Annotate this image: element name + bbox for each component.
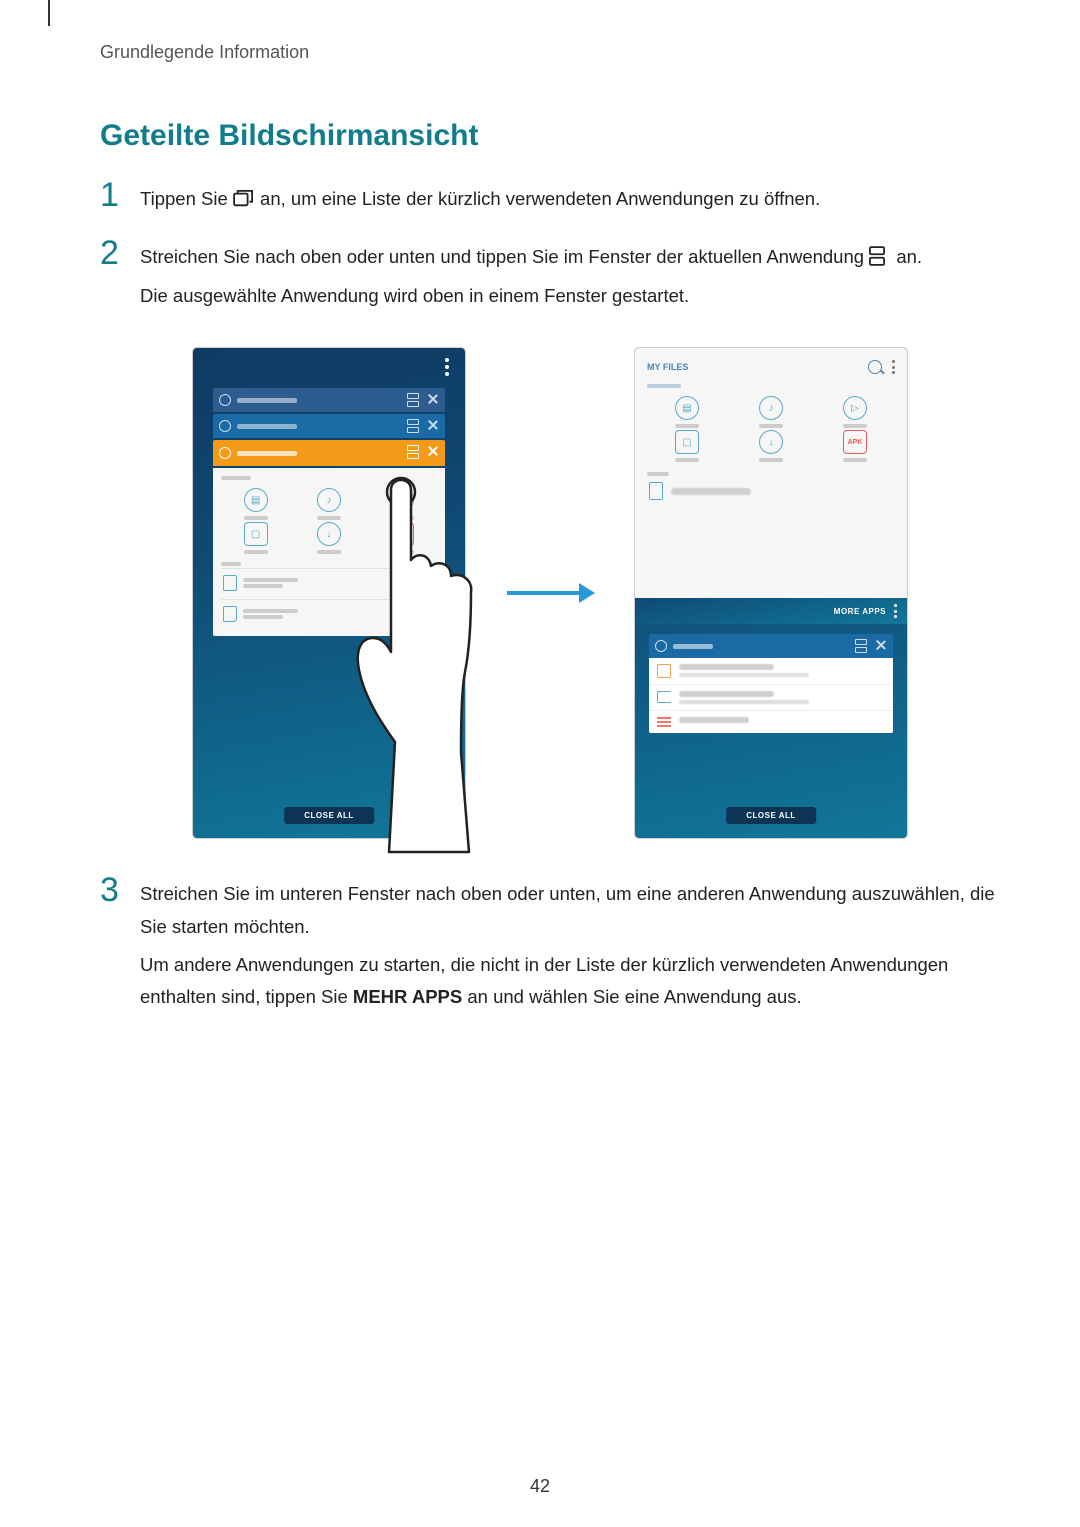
- illustration-figure: ▤ ♪ ▷ ▢ ↓ APK CLOSE ALL: [100, 348, 1000, 838]
- notifications-icon: [657, 717, 671, 727]
- more-icon: [892, 360, 895, 374]
- image-icon: ▤: [675, 396, 699, 420]
- storage-icon: [649, 482, 663, 500]
- apk-icon: APK: [390, 522, 414, 546]
- video-icon: ▷: [390, 488, 414, 512]
- step-3: 3 Streichen Sie im unteren Fenster nach …: [100, 878, 1000, 1020]
- audio-icon: ♪: [759, 396, 783, 420]
- storage-icon: [223, 575, 237, 591]
- my-files-title: MY FILES: [647, 362, 688, 372]
- bottom-app-card: [649, 634, 893, 733]
- close-icon: [427, 445, 439, 457]
- step-1: 1 Tippen Sie an, um eine Liste der kürzl…: [100, 183, 1000, 221]
- download-icon: ↓: [759, 430, 783, 454]
- sound-icon: [657, 691, 671, 703]
- video-icon: ▷: [843, 396, 867, 420]
- more-icon: [445, 358, 449, 376]
- recent-app-card: [213, 414, 445, 438]
- split-screen-icon: [855, 639, 867, 651]
- arrow-right-icon: [505, 578, 595, 608]
- breadcrumb: Grundlegende Information: [100, 42, 1000, 63]
- split-screen-icon: [407, 419, 419, 431]
- step-3-text-b-bold: MEHR APPS: [353, 986, 462, 1007]
- document-icon: ▢: [675, 430, 699, 454]
- close-all-button: CLOSE ALL: [726, 807, 816, 824]
- more-icon: [894, 604, 897, 618]
- step-number: 2: [100, 236, 140, 270]
- audio-icon: ♪: [317, 488, 341, 512]
- image-icon: ▤: [244, 488, 268, 512]
- step-number: 3: [100, 873, 140, 907]
- split-screen-icon: [407, 393, 419, 405]
- step-2: 2 Streichen Sie nach oben oder unten und…: [100, 241, 1000, 318]
- close-all-button: CLOSE ALL: [284, 807, 374, 824]
- step-1-text-b: an, um eine Liste der kürzlich verwendet…: [260, 188, 820, 209]
- step-1-text-a: Tippen Sie: [140, 188, 233, 209]
- step-number: 1: [100, 178, 140, 212]
- close-icon: [427, 419, 439, 431]
- phone-right: MY FILES ▤ ♪ ▷ ▢ ↓ APK: [635, 348, 907, 838]
- recents-icon: [233, 186, 255, 204]
- step-3-text-a: Streichen Sie im unteren Fenster nach ob…: [140, 878, 1000, 943]
- search-icon: [868, 360, 882, 374]
- step-2-text-b: an.: [896, 246, 922, 267]
- apk-icon: APK: [843, 430, 867, 454]
- recent-app-card: [213, 388, 445, 412]
- split-screen-icon: [869, 244, 891, 262]
- step-3-text-b-post: an und wählen Sie eine Anwendung aus.: [467, 986, 801, 1007]
- step-2-text-a: Streichen Sie nach oben oder unten und t…: [140, 246, 869, 267]
- step-2-text-c: Die ausgewählte Anwendung wird oben in e…: [140, 280, 1000, 312]
- document-icon: ▢: [244, 522, 268, 546]
- split-screen-icon: [407, 445, 419, 457]
- files-panel: ▤ ♪ ▷ ▢ ↓ APK: [213, 468, 445, 636]
- page-number: 42: [0, 1476, 1080, 1497]
- more-apps-label: MORE APPS: [834, 607, 886, 616]
- sdcard-icon: [223, 606, 237, 622]
- close-icon: [875, 639, 887, 651]
- close-icon: [427, 393, 439, 405]
- section-title: Geteilte Bildschirmansicht: [100, 119, 1000, 153]
- download-icon: ↓: [317, 522, 341, 546]
- recent-app-card-active: [213, 440, 445, 466]
- phone-left: ▤ ♪ ▷ ▢ ↓ APK CLOSE ALL: [193, 348, 465, 838]
- connections-icon: [657, 664, 671, 678]
